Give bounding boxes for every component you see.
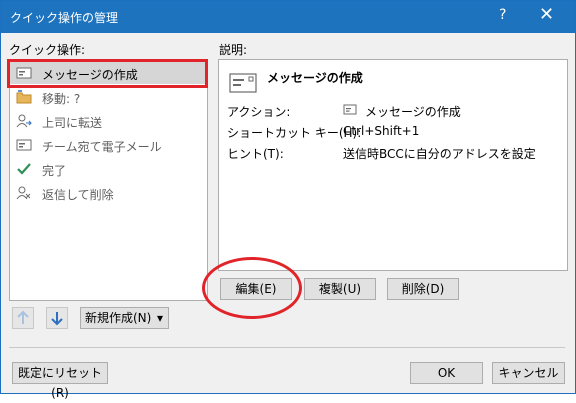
tooltip-value: 送信時BCCに自分のアドレスを設定 [343,147,536,161]
move-down-button[interactable] [46,307,68,329]
selection-highlight-box [7,59,208,88]
cancel-button[interactable]: キャンセル [492,362,565,384]
delete-button[interactable]: 削除(D) [387,278,459,300]
action-value: メッセージの作成 [365,105,461,119]
move-up-button[interactable] [12,307,34,329]
quick-steps-list[interactable]: メッセージの作成 移動: ? 上司に転送 チーム宛て電子メール 完了 返信して削… [9,59,208,301]
message-icon [229,72,257,94]
title-bar: クイック操作の管理 ? ✕ [1,1,575,33]
arrow-up-icon [13,308,33,328]
tooltip-label: ヒント(T): [227,147,284,161]
list-item-label: 移動: ? [42,92,81,106]
list-item-move[interactable]: 移動: ? [10,86,207,108]
checkmark-icon [16,162,32,176]
team-mail-icon [16,138,32,152]
list-item-team-email[interactable]: チーム宛て電子メール [10,134,207,156]
dialog-window: クイック操作の管理 ? ✕ クイック操作: 説明: メッセージの作成 移動: ?… [0,0,576,400]
description-label: 説明: [219,43,248,57]
shortcut-label: ショートカット キー(H): [227,126,362,140]
description-panel: メッセージの作成 アクション: メッセージの作成 ショートカット キー(H): … [218,59,568,271]
list-item-reply-delete[interactable]: 返信して削除 [10,182,207,204]
help-button[interactable]: ? [499,7,506,23]
dialog-title: クイック操作の管理 [10,11,119,25]
edit-highlight-circle [202,257,302,319]
copy-button[interactable]: 複製(U) [304,278,376,300]
list-item-label: チーム宛て電子メール [42,140,162,154]
description-title: メッセージの作成 [267,71,363,85]
shortcut-value: Ctrl+Shift+1 [343,124,420,138]
action-mail-icon [343,104,357,116]
chevron-down-icon: ▾ [156,311,163,325]
list-item-forward-boss[interactable]: 上司に転送 [10,110,207,132]
close-button[interactable]: ✕ [539,4,554,25]
reply-delete-icon [16,186,32,200]
arrow-down-icon [47,308,67,328]
new-button-label: 新規作成(N) [85,311,152,325]
folder-move-icon [16,90,32,104]
list-item-label: 返信して削除 [42,188,114,202]
reset-button[interactable]: 既定にリセット(R) [12,362,108,400]
new-button[interactable]: 新規作成(N) ▾ [80,307,169,329]
action-label: アクション: [227,105,291,119]
quick-steps-label: クイック操作: [9,43,86,57]
list-item-label: 完了 [42,164,67,178]
forward-person-icon [16,114,32,128]
list-item-label: 上司に転送 [42,116,103,130]
ok-button[interactable]: OK [410,362,483,384]
list-item-done[interactable]: 完了 [10,158,207,180]
separator-line [9,347,565,348]
